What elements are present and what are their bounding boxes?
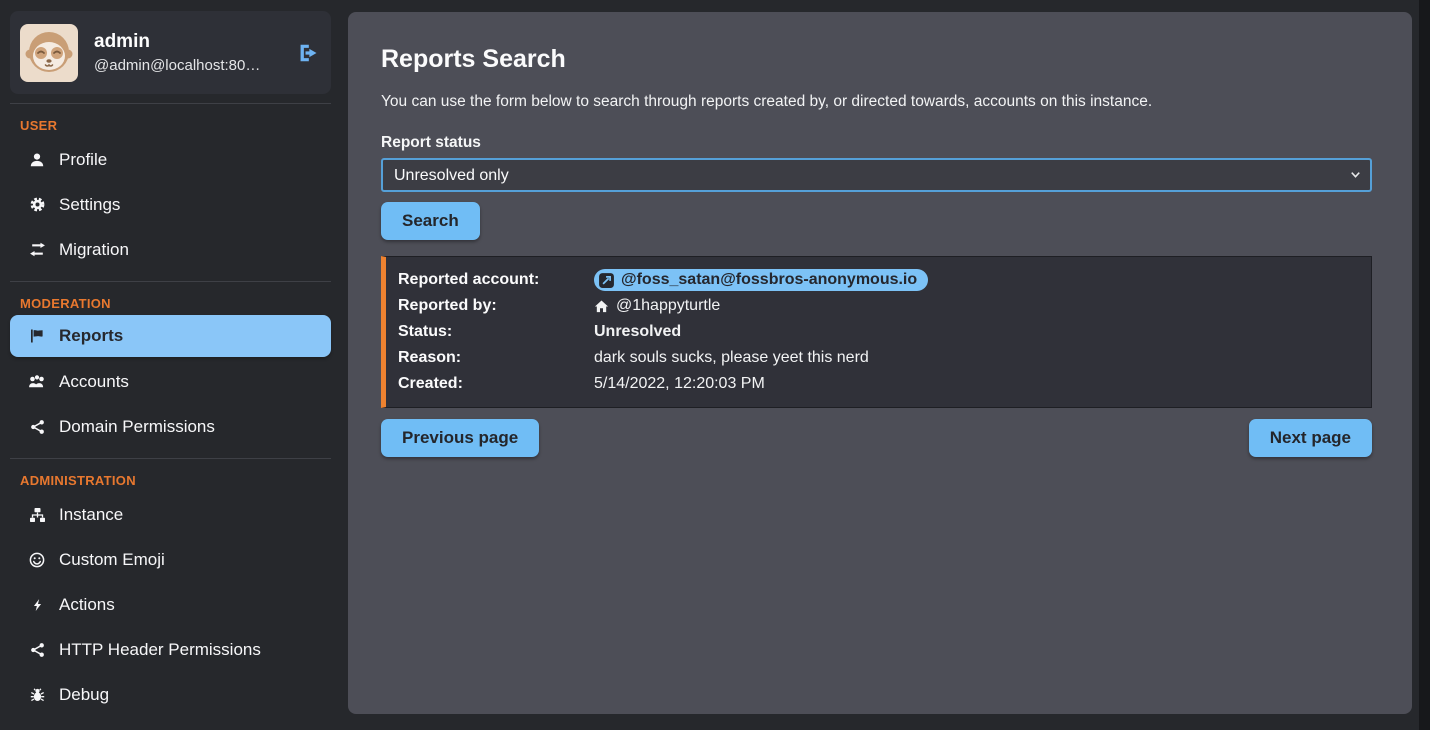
report-row-reported-account: Reported account: @foss_satan@fossbros-a… (398, 267, 1359, 293)
sidebar-item-label: Debug (59, 685, 109, 705)
user-handle: @admin@localhost:80… (94, 57, 281, 74)
report-row-reason: Reason: dark souls sucks, please yeet th… (398, 345, 1359, 371)
report-row-created: Created: 5/14/2022, 12:20:03 PM (398, 371, 1359, 397)
sidebar-item-label: Migration (59, 240, 129, 260)
sidebar-item-domain-permissions[interactable]: Domain Permissions (10, 404, 331, 449)
sidebar-item-instance[interactable]: Instance (10, 492, 331, 537)
sidebar-item-label: Custom Emoji (59, 550, 165, 570)
pagination: Previous page Next page (381, 419, 1372, 457)
user-icon (27, 152, 47, 168)
sitemap-icon (27, 507, 47, 523)
sidebar-item-label: HTTP Header Permissions (59, 640, 261, 660)
sidebar-item-migration[interactable]: Migration (10, 227, 331, 272)
user-meta: admin @admin@localhost:80… (94, 31, 281, 74)
gears-icon (27, 196, 47, 213)
report-status-select-wrap: Unresolved only (381, 158, 1372, 192)
main-wrap: Reports Search You can use the form belo… (348, 0, 1419, 730)
sidebar-section-administration: ADMINISTRATION Instance (10, 473, 331, 717)
report-row-reported-by: Reported by: @1happyturtle (398, 293, 1359, 319)
reports-panel: Reports Search You can use the form belo… (348, 12, 1412, 714)
page-title: Reports Search (381, 45, 1372, 74)
report-card[interactable]: Reported account: @foss_satan@fossbros-a… (381, 256, 1372, 408)
sidebar-item-actions[interactable]: Actions (10, 582, 331, 627)
sidebar-item-label: Settings (59, 195, 120, 215)
sidebar-item-profile[interactable]: Profile (10, 137, 331, 182)
report-status-label: Report status (381, 134, 1372, 152)
search-button[interactable]: Search (381, 202, 480, 240)
scrollbar[interactable] (1419, 0, 1430, 730)
page-description: You can use the form below to search thr… (381, 93, 1372, 111)
report-status-select[interactable]: Unresolved only (381, 158, 1372, 192)
row-label: Created: (398, 375, 594, 393)
report-reason-value: dark souls sucks, please yeet this nerd (594, 349, 1359, 367)
sidebar-item-label: Accounts (59, 372, 129, 392)
external-link-icon (598, 272, 615, 289)
sidebar-item-label: Instance (59, 505, 123, 525)
previous-page-button[interactable]: Previous page (381, 419, 539, 457)
sidebar-item-custom-emoji[interactable]: Custom Emoji (10, 537, 331, 582)
row-label: Reported by: (398, 297, 594, 315)
sidebar-item-settings[interactable]: Settings (10, 182, 331, 227)
sidebar-item-accounts[interactable]: Accounts (10, 359, 331, 404)
next-page-button[interactable]: Next page (1249, 419, 1372, 457)
bolt-icon (27, 597, 47, 613)
sidebar-section-moderation: MODERATION Reports Accounts (10, 296, 331, 449)
section-header: ADMINISTRATION (10, 473, 331, 488)
divider (10, 103, 331, 104)
share-nodes-icon (27, 642, 47, 658)
bug-icon (27, 687, 47, 703)
reporter-handle: @1happyturtle (616, 297, 720, 315)
user-name: admin (94, 31, 281, 53)
reported-account-link[interactable]: @foss_satan@fossbros-anonymous.io (594, 269, 928, 291)
home-icon (594, 299, 609, 314)
avatar (20, 24, 78, 82)
reported-account-handle: @foss_satan@fossbros-anonymous.io (621, 271, 917, 289)
section-header: USER (10, 118, 331, 133)
report-created-value: 5/14/2022, 12:20:03 PM (594, 375, 1359, 393)
flag-icon (27, 328, 47, 344)
sign-out-icon[interactable] (297, 42, 319, 64)
divider (10, 281, 331, 282)
sidebar-item-http-header-permissions[interactable]: HTTP Header Permissions (10, 627, 331, 672)
sidebar-item-reports[interactable]: Reports (10, 315, 331, 357)
share-nodes-icon (27, 419, 47, 435)
sidebar-item-label: Domain Permissions (59, 417, 215, 437)
report-row-status: Status: Unresolved (398, 319, 1359, 345)
users-icon (27, 374, 47, 390)
user-card[interactable]: admin @admin@localhost:80… (10, 11, 331, 94)
sidebar-section-user: USER Profile Settings (10, 118, 331, 272)
row-label: Reported account: (398, 271, 594, 289)
report-status-value: Unresolved (594, 323, 1359, 341)
sidebar-item-debug[interactable]: Debug (10, 672, 331, 717)
sidebar: admin @admin@localhost:80… USER Profile (0, 0, 348, 730)
smiley-icon (27, 552, 47, 568)
row-label: Status: (398, 323, 594, 341)
sidebar-item-label: Reports (59, 326, 123, 346)
divider (10, 458, 331, 459)
row-label: Reason: (398, 349, 594, 367)
transfer-arrows-icon (27, 241, 47, 258)
section-header: MODERATION (10, 296, 331, 311)
sidebar-item-label: Profile (59, 150, 107, 170)
sidebar-item-label: Actions (59, 595, 115, 615)
